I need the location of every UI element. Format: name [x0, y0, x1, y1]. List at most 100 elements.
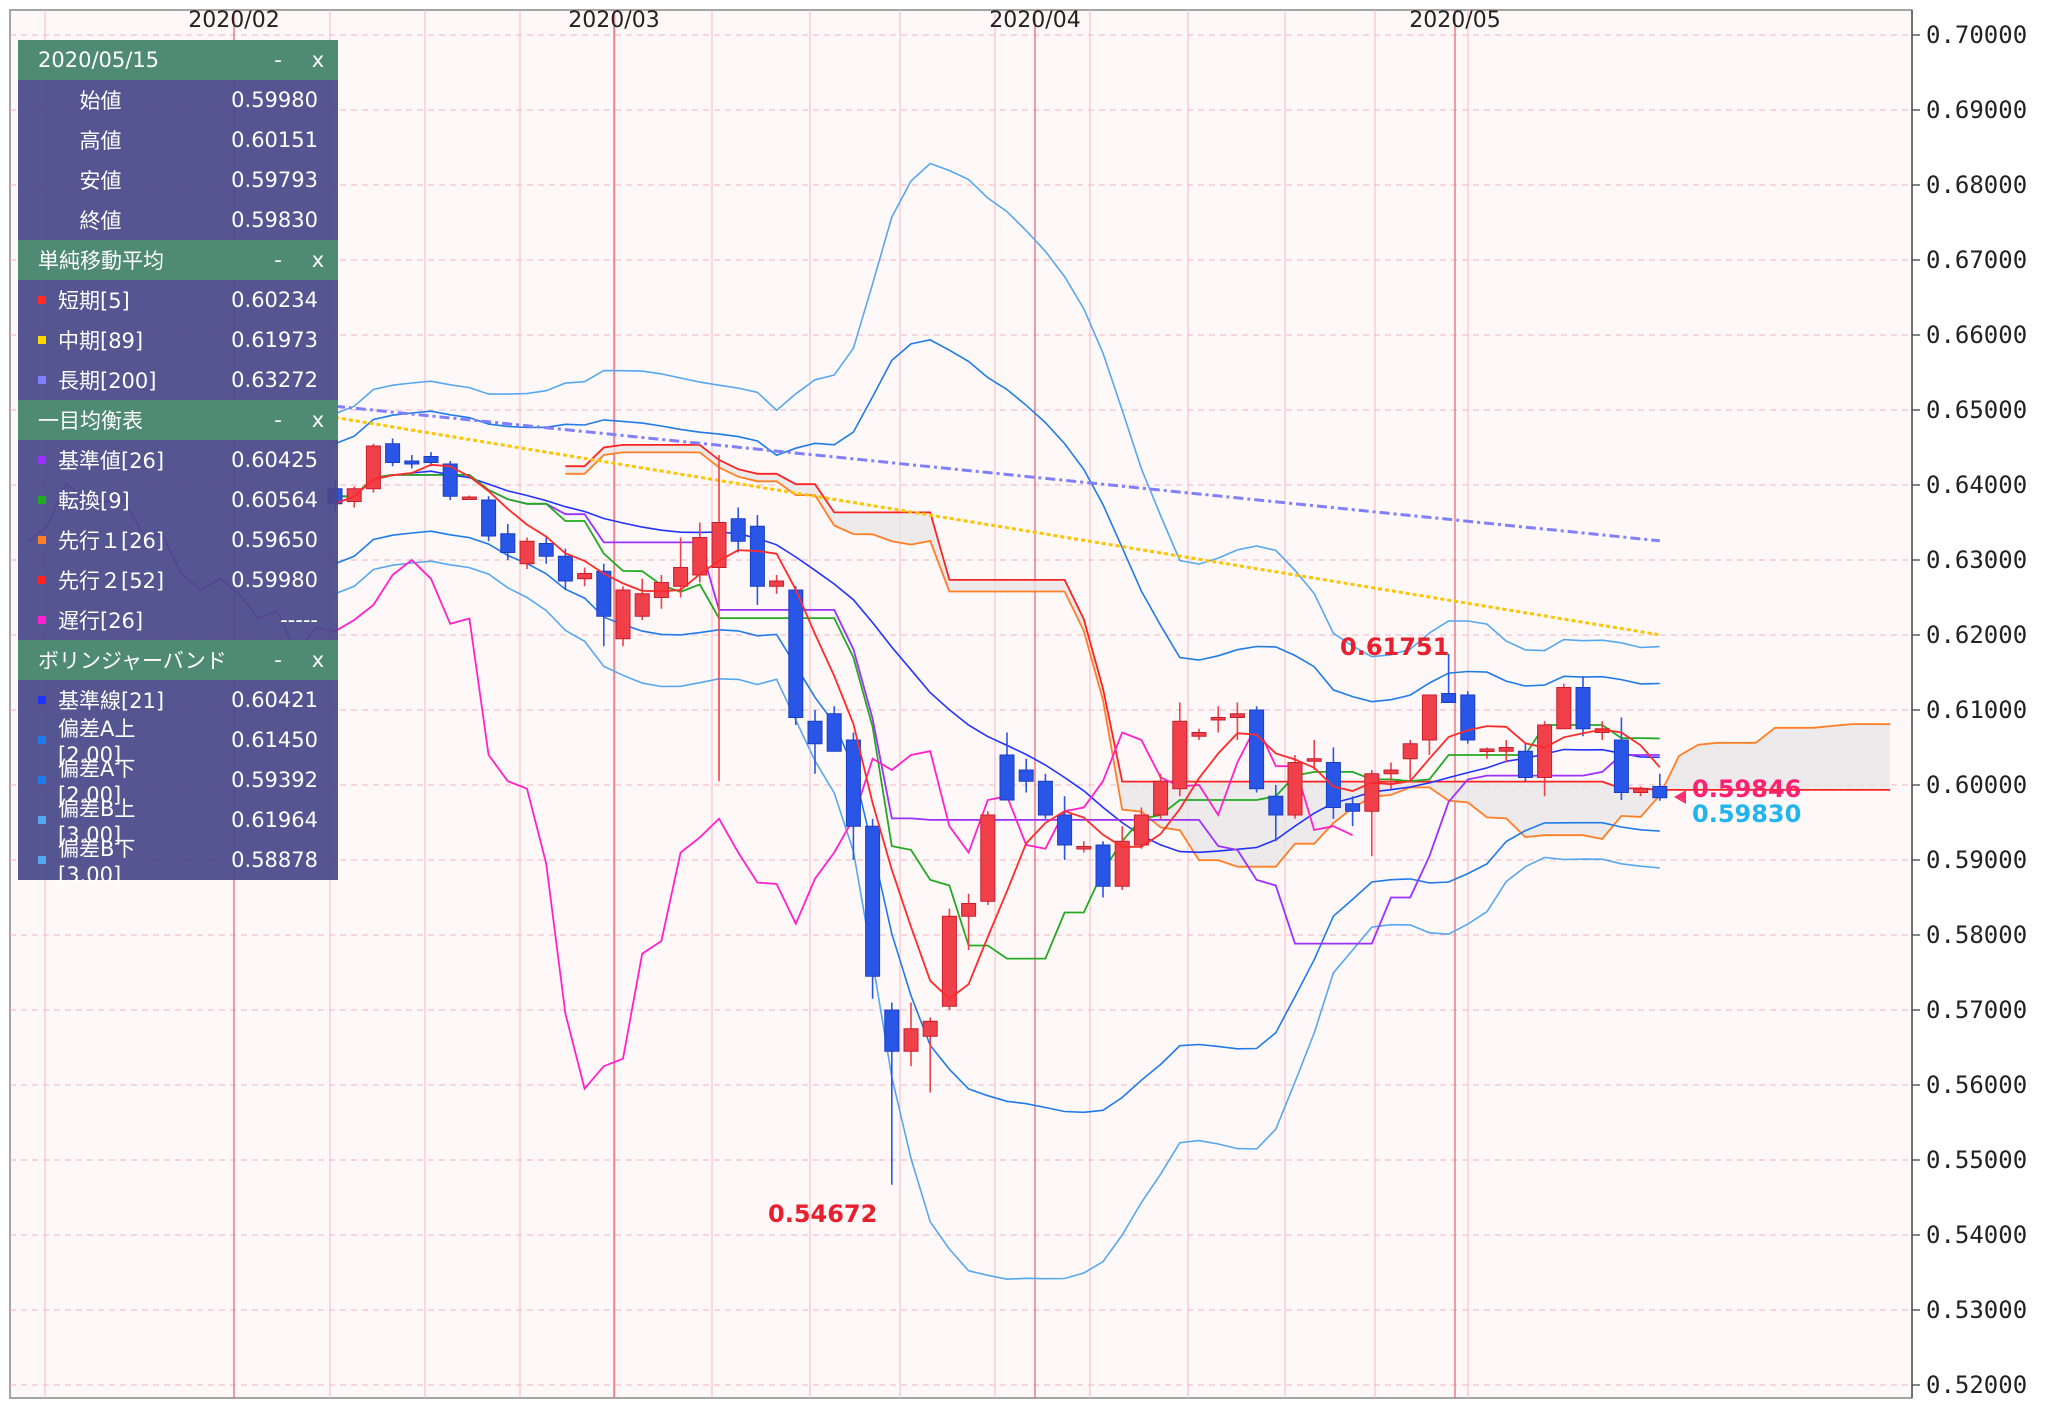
indicator-label: 長期[200]: [58, 369, 157, 393]
ichimoku-row: 遅行[26] -----: [18, 600, 338, 640]
candle-body: [1537, 724, 1553, 778]
indicator-label: 偏差B下[3.00]: [58, 837, 136, 887]
candle-body: [999, 754, 1015, 801]
candle-body: [1229, 713, 1245, 718]
candle-body: [941, 915, 957, 1007]
candle-body: [365, 445, 381, 490]
candle-body: [788, 589, 804, 718]
candle-body: [615, 589, 631, 640]
candle-body: [1383, 769, 1399, 775]
y-tick-label: 0.65000: [1926, 396, 2027, 424]
current-price-label: 0.59846: [1692, 775, 1801, 803]
low-price-label: 0.54672: [768, 1200, 877, 1228]
candle-body: [1268, 795, 1284, 816]
candle-body: [557, 555, 573, 582]
candle-body: [538, 543, 554, 557]
candle-body: [1287, 762, 1303, 816]
candle-body: [673, 567, 689, 587]
ichimoku-row: 先行１[26] 0.59650: [18, 520, 338, 560]
ichimoku-title: 一目均衡表: [38, 409, 143, 433]
legend-swatch: [38, 736, 46, 744]
candle-body: [1191, 732, 1207, 737]
candle-body: [423, 456, 439, 463]
x-tick-label: 2020/05: [1409, 8, 1500, 33]
candle-body: [1114, 840, 1130, 887]
minimize-button[interactable]: -: [258, 408, 298, 432]
bollinger-rows: 基準線[21] 0.60421 偏差A上[2.00] 0.61450 偏差A下[2.00…: [18, 680, 338, 887]
y-tick-label: 0.57000: [1926, 996, 2027, 1024]
y-tick-label: 0.58000: [1926, 921, 2027, 949]
bollinger-panel-header: ボリンジャーバンド - x: [18, 640, 338, 680]
indicator-label: 遅行[26]: [58, 609, 144, 633]
candle-body: [922, 1020, 938, 1037]
legend-swatch: [38, 296, 46, 304]
bollinger-title: ボリンジャーバンド: [38, 649, 227, 673]
y-tick-label: 0.66000: [1926, 321, 2027, 349]
ichimoku-row: 先行２[52] 0.59980: [18, 560, 338, 600]
legend-swatch: [38, 776, 46, 784]
y-tick-label: 0.60000: [1926, 771, 2027, 799]
ohlc-row-close: 終値 0.59830: [79, 208, 319, 233]
candle-body: [1441, 693, 1457, 703]
candle-body: [1306, 758, 1322, 762]
candle-body: [692, 537, 708, 576]
y-tick-label: 0.67000: [1926, 246, 2027, 274]
candle-body: [519, 540, 535, 565]
candle-body: [500, 533, 516, 553]
minimize-button[interactable]: -: [258, 648, 298, 672]
candle-body: [1479, 748, 1495, 752]
minimize-button[interactable]: -: [258, 248, 298, 272]
indicator-label: 短期[5]: [58, 289, 130, 313]
y-tick-label: 0.55000: [1926, 1146, 2027, 1174]
minimize-button[interactable]: -: [258, 48, 298, 72]
sma-title: 単純移動平均: [38, 249, 164, 273]
candle-body: [1652, 786, 1668, 799]
x-tick-label: 2020/02: [188, 8, 279, 33]
candle-body: [826, 713, 842, 752]
candle-body: [1575, 687, 1591, 730]
indicator-label: 先行１[26]: [58, 529, 165, 553]
candle-body: [1153, 780, 1169, 816]
y-tick-label: 0.70000: [1926, 21, 2027, 49]
indicator-label: 中期[89]: [58, 329, 144, 353]
ohlc-row-open: 始値 0.59980: [79, 88, 319, 113]
close-button[interactable]: x: [298, 48, 338, 72]
candle-body: [481, 499, 497, 537]
indicator-label: 基準線[21]: [58, 689, 165, 713]
legend-swatch: [38, 536, 46, 544]
candle-body: [980, 814, 996, 902]
close-button[interactable]: x: [298, 408, 338, 432]
candle-body: [903, 1028, 919, 1052]
ichimoku-row: 転換[9] 0.60564: [18, 480, 338, 520]
close-button[interactable]: x: [298, 648, 338, 672]
bollinger-row: 偏差B下[3.00] 0.58878: [18, 837, 338, 887]
candle-body: [577, 573, 593, 580]
y-tick-label: 0.61000: [1926, 696, 2027, 724]
ichimoku-panel-header: 一目均衡表 - x: [18, 400, 338, 440]
close-button[interactable]: x: [298, 248, 338, 272]
y-tick-label: 0.53000: [1926, 1296, 2027, 1324]
legend-swatch: [38, 616, 46, 624]
indicator-value: 0.61964: [231, 808, 318, 832]
candle-body: [461, 496, 477, 500]
indicator-value: 0.60425: [231, 448, 318, 472]
candle-body: [385, 443, 401, 463]
x-tick-label: 2020/04: [989, 8, 1080, 33]
y-tick-label: 0.59000: [1926, 846, 2027, 874]
legend-swatch: [38, 496, 46, 504]
legend-swatch: [38, 816, 46, 824]
candle-body: [1018, 769, 1034, 782]
candle-body: [1613, 739, 1629, 793]
candle-body: [1498, 747, 1514, 752]
candle-body: [884, 1009, 900, 1052]
candle-body: [1633, 788, 1649, 793]
candle-body: [1172, 720, 1188, 790]
candle-body: [1325, 762, 1341, 808]
legend-swatch: [38, 376, 46, 384]
indicator-label: 先行２[52]: [58, 569, 165, 593]
candle-body: [1421, 694, 1437, 741]
high-price-label: 0.61751: [1340, 633, 1449, 661]
candle-body: [1076, 846, 1092, 850]
y-tick-label: 0.63000: [1926, 546, 2027, 574]
indicator-value: 0.60421: [231, 688, 318, 712]
